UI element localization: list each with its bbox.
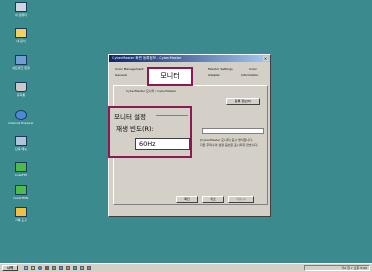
dialog-title: CyberMaster 화면 등록정보 - CyberMaster	[112, 56, 182, 60]
documents-icon	[15, 28, 27, 38]
desktop-icon-label: 내 문서	[16, 39, 26, 43]
desktop-icon-my-computer[interactable]: 내 컴퓨터	[8, 2, 34, 17]
monitor-settings-callout: 모니터 설정 재생 빈도(R): 60Hz	[108, 106, 192, 158]
tab-color[interactable]: Color	[249, 67, 257, 71]
tab-information[interactable]: Information	[241, 73, 258, 77]
desktop-icon-cutehtml[interactable]: CuteHTML	[8, 185, 34, 200]
info-line-2: 다른 주파수의 설정 옵션은 표시되지 않습니다.	[200, 143, 259, 147]
tab-general[interactable]: General	[115, 73, 127, 77]
desktop-icon-label: Internet Explorer	[8, 121, 34, 125]
quick-launch-icon[interactable]	[45, 266, 49, 270]
computer-icon	[15, 2, 27, 12]
group-divider	[156, 115, 188, 116]
tab-monitor-settings[interactable]: Monitor Settings	[208, 67, 233, 71]
cancel-button[interactable]: 취소	[202, 196, 224, 203]
shortcut-icon	[15, 136, 27, 146]
quick-launch-icon[interactable]	[31, 266, 35, 270]
desktop-icon-label: CuteHTML	[13, 196, 29, 200]
taskbar: 시작 가A 한 ♪ 오후 5:00	[0, 263, 372, 272]
folder-icon	[15, 207, 27, 217]
monitor-name: CyberMaster 모니터 / CyberMaster	[126, 89, 177, 93]
desktop-icon-label: 휴지통	[16, 93, 26, 97]
ftp-icon	[15, 162, 27, 172]
desktop-icon-label: CuteFTP	[14, 173, 28, 177]
apply-button[interactable]: 적용(A)	[228, 196, 254, 203]
info-line-1: [CyberMaster 모니터] 표시 방식입니다.	[200, 138, 253, 142]
quick-launch-icon[interactable]	[87, 266, 91, 270]
desktop-icon-label: 내 컴퓨터	[15, 13, 27, 17]
dialog-title-bar[interactable]: CyberMaster 화면 등록정보 - CyberMaster ×	[109, 55, 270, 62]
tab-monitor-callout[interactable]: 모니터	[147, 67, 193, 86]
refresh-rate-label: 재생 빈도(R):	[116, 125, 154, 133]
recycle-bin-icon	[15, 82, 27, 92]
desktop-icon-label: 네트워크 환경	[12, 66, 30, 70]
quick-launch-icon[interactable]	[24, 266, 28, 270]
desktop-icon-recycle-bin[interactable]: 휴지통	[8, 82, 34, 97]
properties-button[interactable]: 등록 정보(P)	[226, 98, 260, 105]
internet-explorer-icon	[15, 110, 27, 120]
close-button[interactable]: ×	[263, 56, 268, 61]
desktop-icon-label: 단축 메뉴	[15, 147, 27, 151]
refresh-rate-dropdown[interactable]	[202, 128, 264, 134]
system-tray: 가A 한 ♪ 오후 5:00	[304, 265, 370, 271]
desktop-icon-label: 기록 도구	[15, 218, 27, 222]
quick-launch-icon[interactable]	[66, 266, 70, 270]
quick-launch-icon[interactable]	[80, 266, 84, 270]
desktop-icon-my-documents[interactable]: 내 문서	[8, 28, 34, 43]
desktop-icon-network[interactable]: 네트워크 환경	[8, 55, 34, 70]
tab-color-management[interactable]: Color Management	[115, 67, 144, 71]
quick-launch-icon[interactable]	[38, 266, 42, 270]
html-editor-icon	[15, 185, 27, 195]
start-button[interactable]: 시작	[2, 265, 18, 271]
desktop-icon-folder[interactable]: 기록 도구	[8, 207, 34, 222]
desktop-icon-cuteftp[interactable]: CuteFTP	[8, 162, 34, 177]
desktop-icon-internet-explorer[interactable]: Internet Explorer	[8, 110, 34, 125]
ok-button[interactable]: 확인	[176, 196, 198, 203]
quick-launch-icon[interactable]	[73, 266, 77, 270]
network-icon	[15, 55, 27, 65]
quick-launch-icon[interactable]	[59, 266, 63, 270]
quick-launch-icon[interactable]	[52, 266, 56, 270]
tab-adapter[interactable]: Adapter	[208, 73, 220, 77]
monitor-settings-group-title: 모니터 설정	[114, 113, 146, 121]
refresh-rate-select[interactable]: 60Hz	[135, 138, 190, 150]
desktop-icon-shortcut[interactable]: 단축 메뉴	[8, 136, 34, 151]
